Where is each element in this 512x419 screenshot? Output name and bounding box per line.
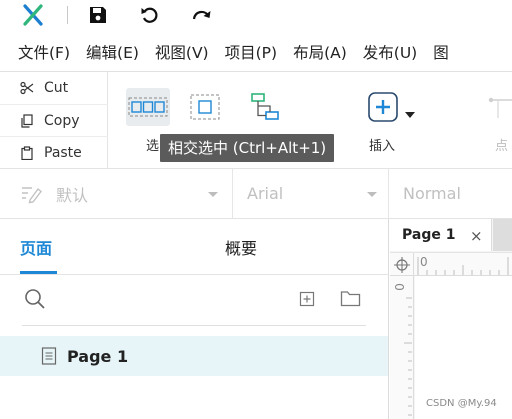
copy-icon [21, 113, 33, 128]
style-select[interactable]: 默认 [20, 169, 230, 218]
font-divider [388, 169, 389, 218]
cut-label: Cut [44, 80, 69, 96]
undo-icon[interactable] [140, 5, 160, 25]
page-item-label: Page 1 [67, 346, 129, 366]
menu-arrange[interactable]: 布局(A) [293, 41, 347, 63]
menu-publish[interactable]: 发布(U) [363, 41, 417, 63]
page-search-row [0, 275, 389, 325]
style-bar: 默认 Arial Normal [0, 169, 512, 218]
menu-project[interactable]: 项目(P) [225, 41, 277, 63]
style-divider [232, 169, 233, 218]
menu-bar: 文件(F) 编辑(E) 视图(V) 项目(P) 布局(A) 发布(U) 图 [0, 33, 512, 71]
tab-outline-label: 概要 [225, 238, 258, 258]
font-select[interactable]: Arial [247, 169, 377, 218]
select-label: 选 [146, 139, 160, 154]
style-caret-icon [208, 192, 218, 197]
menu-edit[interactable]: 编辑(E) [86, 41, 139, 63]
vertical-ruler: 0 [390, 276, 414, 419]
clipboard-group: Cut Copy Paste [0, 72, 108, 168]
tab-outline[interactable]: 概要 [225, 219, 257, 274]
scissors-icon [20, 81, 34, 95]
font-weight-value: Normal [403, 184, 461, 203]
tooltip: 相交选中 (Ctrl+Alt+1) [160, 134, 335, 162]
contain-select-icon [190, 94, 220, 120]
copy-button[interactable]: Copy [0, 104, 108, 136]
intersect-select-icon [128, 97, 168, 117]
document-tab-title: Page 1 [402, 227, 456, 243]
contain-select-button[interactable] [184, 88, 226, 126]
ruler-corner[interactable] [390, 253, 414, 276]
page-icon [41, 347, 57, 365]
paste-button[interactable]: Paste [0, 136, 108, 168]
tab-page-1[interactable]: Page 1 × [390, 219, 492, 251]
copy-label: Copy [44, 112, 80, 129]
insert-button[interactable] [362, 88, 404, 126]
menu-file[interactable]: 文件(F) [18, 41, 70, 63]
axure-logo-icon [23, 4, 43, 26]
menu-view[interactable]: 视图(V) [155, 41, 209, 63]
tab-strip-background [493, 219, 512, 251]
point-tool-icon[interactable] [486, 90, 512, 120]
title-bar-divider [67, 6, 68, 24]
watermark: CSDN @My.94 [426, 398, 497, 409]
clipboard-icon [21, 145, 33, 160]
title-bar [0, 0, 512, 33]
insert-dropdown-icon[interactable] [405, 112, 415, 119]
point-label: 点 [495, 139, 509, 154]
tab-pages-label: 页面 [20, 238, 53, 258]
insert-label: 插入 [369, 139, 396, 154]
add-page-icon[interactable] [299, 291, 315, 307]
menu-team[interactable]: 图 [433, 41, 449, 63]
insert-plus-icon [368, 92, 398, 122]
close-tab-icon[interactable]: × [470, 227, 483, 245]
redo-icon[interactable] [192, 5, 212, 25]
add-folder-icon[interactable] [340, 290, 361, 307]
canvas-area: Page 1 × 0 0 [390, 219, 512, 419]
style-edit-icon [22, 186, 42, 203]
connector-icon [251, 93, 279, 120]
horizontal-ruler-ticks [417, 257, 509, 275]
select-mode-button[interactable] [126, 88, 170, 126]
ruler-zero-label: 0 [420, 255, 428, 269]
paste-label: Paste [44, 144, 82, 161]
crosshair-icon [393, 256, 410, 273]
font-value: Arial [247, 184, 284, 203]
tab-pages[interactable]: 页面 [20, 219, 52, 274]
search-icon[interactable] [24, 288, 46, 310]
save-icon[interactable] [88, 5, 108, 25]
connector-button[interactable] [244, 88, 286, 126]
pages-panel: 页面 概要 Page 1 [0, 219, 389, 419]
vertical-ruler-ticks [404, 297, 412, 416]
font-weight-select[interactable]: Normal [403, 169, 512, 218]
search-divider [22, 325, 366, 326]
style-value: 默认 [56, 185, 89, 205]
cut-button[interactable]: Cut [0, 72, 108, 104]
font-caret-icon [367, 192, 377, 197]
page-list-item[interactable]: Page 1 [0, 336, 388, 376]
